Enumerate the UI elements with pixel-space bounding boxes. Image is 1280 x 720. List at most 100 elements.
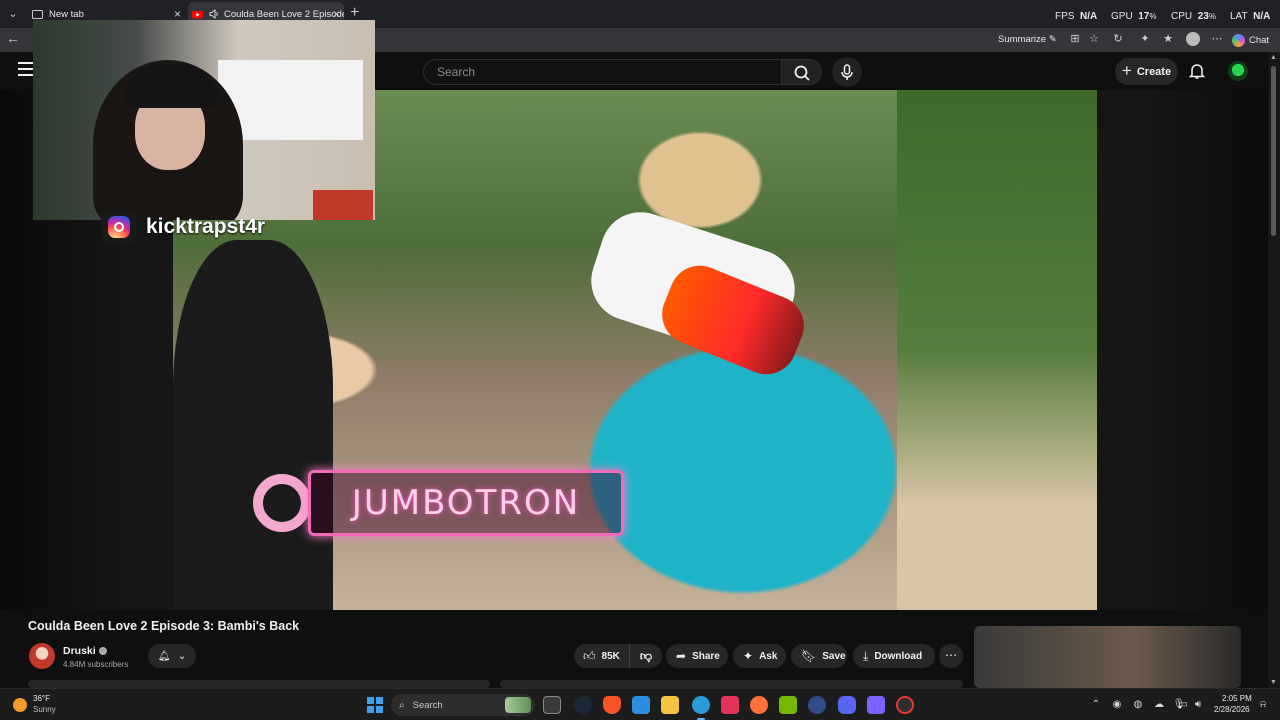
app-grid-icon[interactable] bbox=[867, 696, 885, 714]
clock-date[interactable]: 2/28/2026 bbox=[1214, 705, 1250, 714]
file-explorer-icon[interactable] bbox=[661, 696, 679, 714]
microphone-icon bbox=[841, 64, 853, 80]
page-scrollbar[interactable]: ▲ ▼ bbox=[1268, 52, 1280, 688]
channel-name[interactable]: Druski bbox=[63, 645, 96, 657]
page-icon bbox=[32, 9, 43, 20]
close-tab-icon[interactable]: × bbox=[333, 7, 340, 21]
jumbotron-ring-graphic bbox=[253, 474, 311, 532]
verified-check-icon bbox=[98, 647, 107, 656]
copilot-icon bbox=[1232, 33, 1245, 47]
scroll-down-icon[interactable]: ▼ bbox=[1270, 679, 1277, 686]
tab-list-chevron-icon[interactable]: ⌄ bbox=[4, 5, 22, 23]
webcam-desk-item bbox=[313, 190, 373, 220]
create-button[interactable]: + Create bbox=[1115, 58, 1178, 85]
description-placeholder bbox=[28, 680, 963, 688]
edge-icon[interactable] bbox=[692, 696, 710, 720]
discord-icon[interactable] bbox=[838, 696, 856, 714]
search-button[interactable] bbox=[781, 59, 822, 85]
search-box bbox=[423, 59, 781, 85]
ask-button[interactable]: ✦ Ask bbox=[733, 644, 786, 668]
more-actions-icon[interactable]: ⋯ bbox=[939, 644, 963, 668]
channel-avatar[interactable] bbox=[29, 643, 55, 669]
sun-icon[interactable] bbox=[13, 698, 27, 712]
download-icon: ⤓ bbox=[863, 648, 869, 663]
notepad-icon[interactable] bbox=[632, 696, 650, 714]
sync-tray-icon[interactable]: ◍ bbox=[1131, 699, 1145, 710]
chevron-down-icon: ⌄ bbox=[177, 650, 187, 662]
subscriber-count: 4.84M subscribers bbox=[63, 660, 129, 669]
share-arrow-icon: ➦ bbox=[676, 649, 687, 663]
summarize-button[interactable]: Summarize ✎ bbox=[998, 34, 1057, 45]
subscription-bell-button[interactable]: 🔔︎ ⌄ bbox=[148, 644, 196, 668]
nvidia-icon[interactable] bbox=[779, 696, 797, 714]
tab-title: Coulda Been Love 2 Episode 3 bbox=[224, 8, 344, 20]
lat-readout: LAT N/A bbox=[1230, 11, 1271, 22]
more-options-icon[interactable]: ⋯ bbox=[1209, 32, 1225, 45]
favorites-icon[interactable]: ★ bbox=[1160, 32, 1176, 45]
gpu-readout: GPU 17% bbox=[1111, 11, 1157, 22]
steam-icon[interactable] bbox=[574, 696, 592, 714]
steam-tray-icon[interactable]: ◉ bbox=[1110, 699, 1124, 710]
like-dislike-group: 👍︎ 85K 👎︎ bbox=[574, 644, 662, 668]
windows-start-icon[interactable] bbox=[367, 697, 383, 713]
profile-avatar[interactable] bbox=[1186, 32, 1200, 46]
refresh-icon[interactable]: ↻ bbox=[1110, 32, 1126, 45]
share-button[interactable]: ➦ Share bbox=[666, 644, 728, 668]
voice-search-button[interactable] bbox=[832, 57, 862, 87]
like-button[interactable]: 👍︎ 85K bbox=[574, 644, 630, 668]
like-count: 85K bbox=[601, 650, 620, 662]
video-person-left bbox=[173, 240, 333, 610]
chat-button[interactable]: Chat bbox=[1232, 31, 1269, 49]
show-hidden-icons-chevron-icon[interactable]: ⌃ bbox=[1089, 699, 1103, 710]
jumbotron-overlay: JUMBOTRON bbox=[308, 470, 624, 536]
weather-condition[interactable]: Sunny bbox=[33, 705, 56, 714]
onedrive-tray-icon[interactable]: ☁ bbox=[1152, 699, 1166, 710]
close-tab-icon[interactable]: × bbox=[174, 7, 181, 21]
extension-icon[interactable]: ✦ bbox=[1137, 32, 1153, 45]
dislike-button[interactable]: 👎︎ bbox=[630, 649, 662, 664]
download-button[interactable]: ⤓ Download bbox=[853, 644, 935, 668]
weather-temperature[interactable]: 36°F bbox=[33, 694, 50, 703]
firefox-icon[interactable] bbox=[750, 696, 768, 714]
network-tray-icon[interactable]: ▭ bbox=[1176, 699, 1190, 710]
instagram-icon bbox=[102, 210, 136, 244]
search-icon: ⌕ bbox=[399, 699, 405, 711]
hamburger-menu-icon[interactable] bbox=[18, 62, 34, 76]
save-button[interactable]: 🔖︎ Save bbox=[791, 644, 847, 668]
video-title: Coulda Been Love 2 Episode 3: Bambi's Ba… bbox=[28, 619, 300, 633]
task-view-icon[interactable] bbox=[543, 696, 561, 714]
sparkle-icon: ✦ bbox=[743, 649, 754, 663]
instagram-handle-tag: kicktrapst4r bbox=[102, 210, 265, 244]
search-highlight-icon bbox=[505, 697, 531, 713]
recording-app-icon[interactable] bbox=[896, 696, 914, 714]
speaker-icon[interactable] bbox=[209, 8, 219, 20]
taskbar-search[interactable]: ⌕ Search bbox=[391, 694, 535, 716]
scrollbar-thumb[interactable] bbox=[1271, 66, 1276, 236]
channel-name-row[interactable]: Druski bbox=[63, 645, 107, 657]
fps-readout: FPS N/A bbox=[1055, 11, 1098, 22]
thumbs-up-icon: 👍︎ bbox=[583, 648, 596, 663]
notifications-bell-icon[interactable] bbox=[1188, 62, 1206, 80]
cpu-readout: CPU 23% bbox=[1171, 11, 1216, 22]
capcut-icon[interactable] bbox=[721, 696, 739, 714]
suggested-video-thumbnail[interactable] bbox=[974, 626, 1241, 688]
notification-center-icon[interactable]: ⍾ bbox=[1256, 699, 1270, 710]
jumbotron-text: JUMBOTRON bbox=[351, 483, 581, 523]
clock-time[interactable]: 2:05 PM bbox=[1222, 694, 1252, 703]
bookmark-icon: 🔖︎ bbox=[801, 649, 817, 663]
back-arrow-icon[interactable]: ← bbox=[6, 30, 20, 46]
tab-title: New tab bbox=[49, 8, 84, 20]
obs-icon[interactable] bbox=[808, 696, 826, 714]
scroll-up-icon[interactable]: ▲ bbox=[1270, 54, 1277, 61]
volume-tray-icon[interactable]: 🔊︎ bbox=[1191, 699, 1205, 710]
youtube-icon bbox=[192, 9, 203, 20]
instagram-handle: kicktrapst4r bbox=[146, 215, 266, 238]
streamer-webcam bbox=[33, 20, 375, 220]
windows-taskbar: 36°F Sunny ⌕ Search ⌃ ◉ ◍ ☁ 🎙︎ ▭ 🔊︎ 2:05… bbox=[0, 688, 1280, 720]
search-input[interactable] bbox=[424, 60, 781, 84]
thumbs-down-icon: 👎︎ bbox=[639, 648, 653, 663]
favorite-star-icon[interactable]: ☆ bbox=[1086, 32, 1102, 45]
brave-icon[interactable] bbox=[603, 696, 621, 714]
reader-icon[interactable]: ⊞ bbox=[1067, 32, 1083, 45]
account-avatar[interactable] bbox=[1228, 61, 1248, 81]
